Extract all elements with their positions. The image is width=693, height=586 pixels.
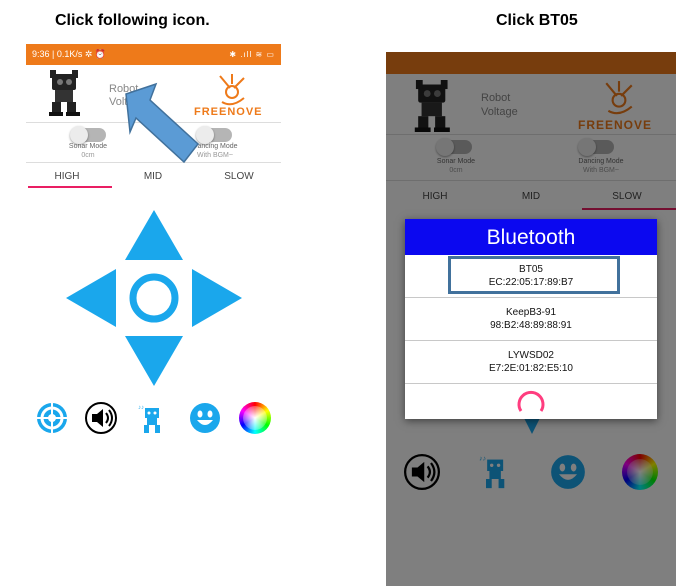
center-circle-icon[interactable] [129, 273, 179, 323]
device-name: LYWSD02 [508, 350, 554, 361]
smile-icon[interactable] [189, 402, 221, 434]
direction-pad [66, 210, 242, 386]
color-wheel-icon[interactable] [239, 402, 271, 434]
device-mac: 98:B2:48:89:88:91 [490, 320, 572, 331]
robot-dance-icon[interactable]: ♪♪ [137, 402, 165, 434]
robot-image [49, 70, 80, 116]
freenove-logo-icon [219, 74, 245, 106]
bluetooth-dialog-title: Bluetooth [405, 219, 657, 255]
status-icons: ✱ .ıll ≋ ▭ [229, 50, 275, 59]
highlight-box [448, 256, 620, 294]
bluetooth-dialog: Bluetooth BT05 EC:22:05:17:89:B7 KeepB3-… [405, 219, 657, 419]
device-name: KeepB3-91 [505, 307, 557, 318]
arrow-down-icon[interactable] [125, 336, 183, 386]
arrow-right-icon[interactable] [192, 269, 242, 327]
volume-icon[interactable] [85, 402, 117, 434]
status-time: 9:36 | 0.1K/s ✲ ⏰ [32, 49, 107, 59]
device-item-lywsd02[interactable]: LYWSD02 E7:2E:01:82:E5:10 [405, 341, 657, 384]
sonar-value: 0cm [81, 152, 95, 159]
svg-text:♪♪: ♪♪ [138, 405, 144, 411]
loading-spinner-icon [517, 390, 545, 412]
tab-slow[interactable]: SLOW [204, 171, 274, 182]
sonar-toggle[interactable] [70, 126, 106, 144]
target-icon[interactable] [36, 402, 68, 434]
arrow-up-icon[interactable] [125, 210, 183, 260]
status-bar: 9:36 | 0.1K/s ✲ ⏰ ✱ .ıll ≋ ▭ [26, 44, 281, 65]
right-caption: Click BT05 [496, 12, 578, 29]
left-caption: Click following icon. [55, 12, 210, 29]
right-phone-screen: Robot Voltage FREENOVE Sonar Mode 0cm Da… [386, 52, 676, 586]
tab-high[interactable]: HIGH [32, 171, 102, 182]
tab-mid[interactable]: MID [118, 171, 188, 182]
pointer-arrow [125, 82, 200, 164]
sonar-label: Sonar Mode [68, 143, 108, 150]
arrow-left-icon[interactable] [66, 269, 116, 327]
device-item-keepb3[interactable]: KeepB3-91 98:B2:48:89:88:91 [405, 298, 657, 341]
tab-indicator [28, 186, 112, 188]
device-mac: E7:2E:01:82:E5:10 [489, 363, 573, 374]
